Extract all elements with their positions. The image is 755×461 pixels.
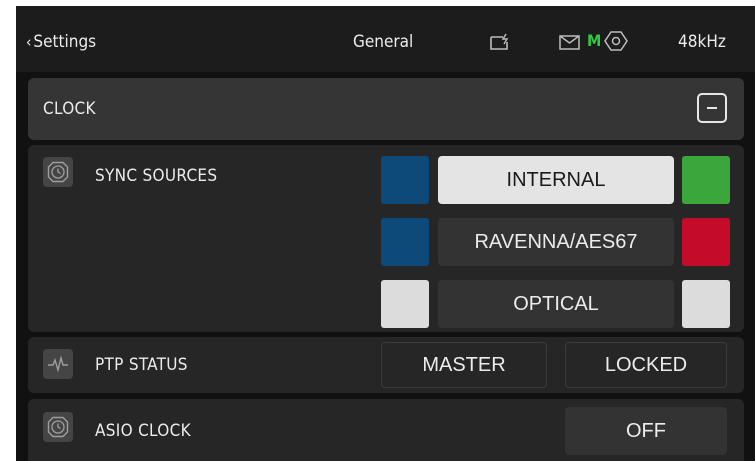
sample-rate: 48kHz (678, 32, 726, 52)
sync-sources-panel: SYNC SOURCES INTERNAL RAVENNA/AES67 OPTI… (28, 145, 744, 332)
device-screen: ‹ Settings General M 48kHz CLOCK SYNC SO… (16, 6, 755, 461)
ptp-state-value: LOCKED (565, 342, 727, 388)
status-indicator (682, 280, 730, 328)
power-icon (489, 33, 511, 55)
ptp-role-value: MASTER (381, 342, 547, 388)
chevron-left-icon: ‹ (26, 33, 32, 51)
section-title: CLOCK (43, 99, 96, 119)
back-button[interactable]: ‹ Settings (26, 32, 96, 52)
collapse-button[interactable] (697, 93, 727, 123)
top-bar: ‹ Settings General M 48kHz (16, 6, 755, 72)
asio-clock-toggle[interactable]: OFF (565, 407, 727, 455)
clock-icon (43, 157, 73, 187)
sync-source-internal-button[interactable]: INTERNAL (438, 156, 674, 204)
sync-indicator (381, 280, 429, 328)
clock-icon (43, 412, 73, 442)
back-label: Settings (33, 32, 97, 52)
page-title: General (353, 32, 414, 52)
clock-section-header: CLOCK (28, 78, 744, 140)
waveform-icon (43, 349, 73, 379)
asio-clock-label: ASIO CLOCK (95, 421, 191, 441)
status-indicator (682, 156, 730, 204)
status-badge: M (587, 31, 602, 50)
sync-indicator (381, 156, 429, 204)
mail-icon (559, 35, 581, 54)
asio-clock-panel: ASIO CLOCK OFF (28, 399, 744, 461)
ptp-status-label: PTP STATUS (95, 355, 188, 375)
sync-source-ravenna-button[interactable]: RAVENNA/AES67 (438, 218, 674, 266)
sync-indicator (381, 218, 429, 266)
status-indicator (682, 218, 730, 266)
sync-sources-label: SYNC SOURCES (95, 166, 218, 186)
sync-source-optical-button[interactable]: OPTICAL (438, 280, 674, 328)
ptp-status-panel: PTP STATUS MASTER LOCKED (28, 337, 744, 393)
gear-icon (604, 31, 628, 55)
